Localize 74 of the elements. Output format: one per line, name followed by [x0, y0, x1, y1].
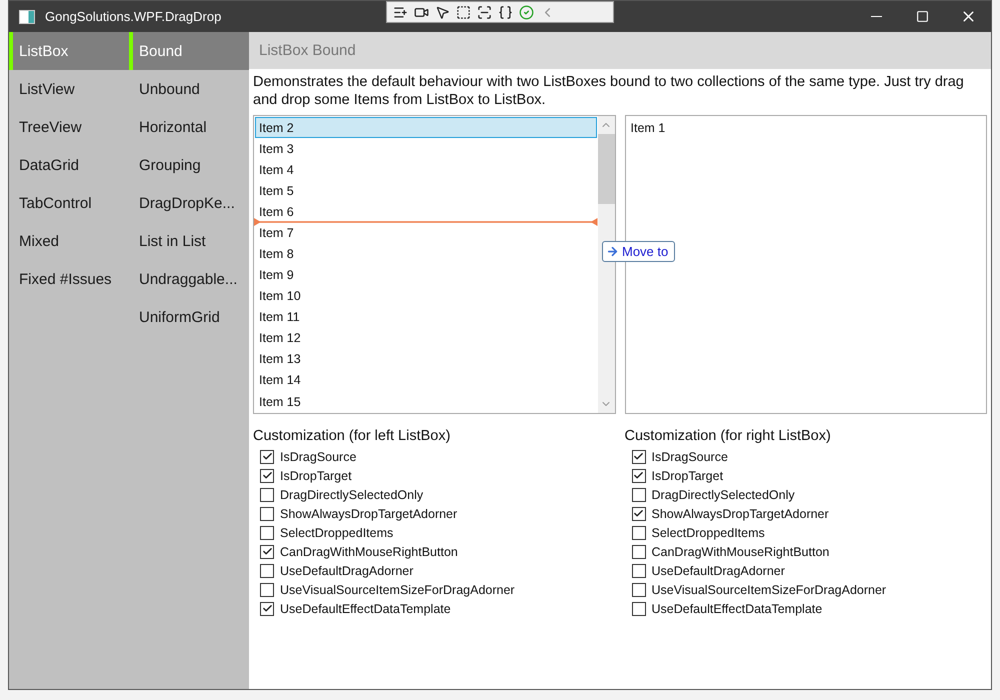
scroll-thumb[interactable]	[598, 134, 614, 204]
app-icon	[19, 10, 35, 24]
list-item[interactable]: Item 4	[255, 159, 596, 180]
list-item[interactable]: Item 14	[255, 370, 596, 392]
list-item[interactable]: Item 13	[255, 348, 596, 370]
option-checkbox[interactable]: IsDragSource	[253, 447, 616, 466]
check-icon	[262, 603, 272, 614]
arrow-icon	[606, 245, 619, 258]
nav-item[interactable]: DataGrid	[9, 146, 129, 184]
option-checkbox[interactable]: SelectDroppedItems	[624, 523, 987, 542]
nav-item[interactable]: DragDropKe...	[129, 184, 249, 222]
minimize-icon	[870, 16, 882, 17]
form-icon[interactable]	[393, 4, 408, 20]
list-item[interactable]: Item 11	[255, 306, 596, 328]
nav-item[interactable]: Mixed	[9, 222, 129, 260]
list-item[interactable]: Item 10	[255, 286, 596, 307]
option-checkbox[interactable]: CanDragWithMouseRightButton	[253, 542, 616, 561]
check-circle-icon[interactable]	[519, 4, 534, 20]
option-checkbox[interactable]: IsDropTarget	[253, 466, 616, 485]
list-item[interactable]: Item 7	[255, 222, 596, 244]
page-header: ListBox Bound	[249, 32, 991, 69]
nav-item[interactable]: ListBox	[9, 32, 129, 70]
option-checkbox[interactable]: SelectDroppedItems	[253, 523, 616, 542]
scan-icon[interactable]	[477, 4, 492, 20]
nav-item[interactable]: Grouping	[129, 146, 249, 184]
option-checkbox[interactable]: DragDirectlySelectedOnly	[624, 485, 987, 504]
nav-item[interactable]: Bound	[129, 32, 249, 70]
nav-item[interactable]: TreeView	[9, 108, 129, 146]
option-checkbox[interactable]: CanDragWithMouseRightButton	[624, 542, 987, 561]
option-checkbox[interactable]: ShowAlwaysDropTargetAdorner	[253, 504, 616, 523]
braces-icon[interactable]	[498, 4, 513, 20]
check-icon	[262, 470, 272, 481]
maximize-icon	[916, 10, 928, 23]
list-item[interactable]: Item 3	[255, 138, 596, 160]
list-item[interactable]: Item 2	[255, 117, 596, 138]
option-checkbox[interactable]: UseVisualSourceItemSizeForDragAdorner	[624, 580, 987, 599]
check-icon	[262, 451, 272, 462]
option-checkbox[interactable]: IsDragSource	[624, 447, 987, 466]
list-item[interactable]: Item 9	[255, 264, 596, 286]
list-item[interactable]: Item 12	[255, 328, 596, 349]
description: Demonstrates the default behaviour with two ListBoxes bound to two collections of the same type. Just try drag and drop some Items from ListBox to ListBox.	[253, 73, 965, 109]
option-checkbox[interactable]: UseDefaultEffectDataTemplate	[624, 599, 987, 618]
list-item[interactable]: Item 5	[255, 180, 596, 202]
window-title: GongSolutions.WPF.DragDrop	[45, 9, 222, 24]
option-checkbox[interactable]: ShowAlwaysDropTargetAdorner	[624, 504, 987, 523]
square-icon[interactable]	[456, 4, 471, 20]
nav-item[interactable]: UniformGrid	[129, 298, 249, 336]
check-icon	[262, 546, 272, 557]
list-item[interactable]: Item 15	[255, 391, 596, 412]
pointer-icon[interactable]	[435, 4, 450, 20]
option-checkbox[interactable]: UseDefaultEffectDataTemplate	[253, 599, 616, 618]
nav-item[interactable]: Fixed #Issues	[9, 260, 129, 298]
section-title: Customization (for left ListBox)	[253, 428, 452, 444]
option-checkbox[interactable]: UseDefaultDragAdorner	[624, 561, 987, 580]
list-box[interactable]: Item 2 Item 3 Item 4 Item 5 Item 6 Item 7 Item 8 Item 9 Item 10 Item 11 Item 12 Item 13 Item 14 Item 15	[253, 115, 616, 414]
drag-adorner: Move to	[602, 241, 676, 262]
nav-item[interactable]: ListView	[9, 70, 129, 108]
nav-item[interactable]: Unbound	[129, 70, 249, 108]
list-item[interactable]: Item 8	[255, 243, 596, 265]
check-icon	[633, 508, 644, 519]
list-item[interactable]: Item 6	[255, 201, 596, 222]
scrollbar[interactable]	[598, 116, 614, 413]
nav-item[interactable]: Horizontal	[129, 108, 249, 146]
section-title: Customization (for right ListBox)	[624, 428, 832, 444]
nav-item[interactable]: List in List	[129, 222, 249, 260]
nav-item[interactable]: TabControl	[9, 184, 129, 222]
check-icon	[633, 451, 644, 462]
option-checkbox[interactable]: UseVisualSourceItemSizeForDragAdorner	[253, 580, 616, 599]
option-checkbox[interactable]: DragDirectlySelectedOnly	[253, 485, 616, 504]
option-checkbox[interactable]: UseDefaultDragAdorner	[253, 561, 616, 580]
list-item[interactable]: Item 1	[626, 117, 985, 138]
option-checkbox[interactable]: IsDropTarget	[624, 466, 987, 485]
check-icon	[633, 470, 644, 481]
nav-item[interactable]: Undraggable...	[129, 260, 249, 298]
